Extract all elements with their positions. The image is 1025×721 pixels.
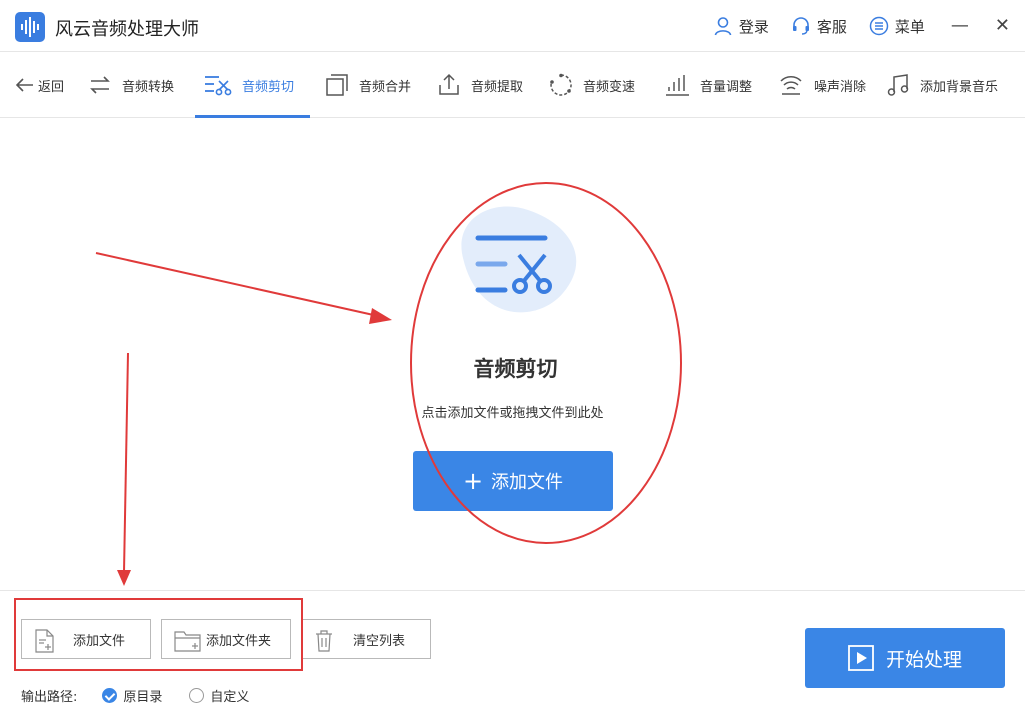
- menu-button[interactable]: 菜单: [869, 16, 925, 37]
- add-file-button[interactable]: 添加文件: [21, 619, 151, 659]
- tab-audio-speed[interactable]: 音频变速: [549, 52, 635, 118]
- service-label: 客服: [816, 17, 847, 36]
- cut-icon: [205, 76, 232, 96]
- arrow-left-icon: [16, 78, 33, 92]
- login-label: 登录: [738, 17, 769, 36]
- tab-label: 添加背景音乐: [920, 79, 999, 95]
- plus-icon: +: [462, 467, 484, 495]
- tab-audio-extract[interactable]: 音频提取: [437, 52, 523, 118]
- tab-audio-cut[interactable]: 音频剪切: [204, 52, 294, 118]
- menu-list-icon: [869, 16, 889, 36]
- add-folder-button[interactable]: 添加文件夹: [161, 619, 291, 659]
- radio-checked-icon[interactable]: [102, 687, 118, 703]
- output-path-row: 输出路径: 原目录 自定义: [21, 685, 249, 705]
- volume-icon: [666, 75, 689, 96]
- tab-label: 音频转换: [122, 79, 175, 95]
- tab-label: 噪声消除: [814, 79, 867, 95]
- start-processing-button[interactable]: 开始处理: [805, 628, 1005, 688]
- menu-label: 菜单: [894, 17, 925, 36]
- tab-volume-adjust[interactable]: 音量调整: [664, 52, 752, 118]
- tab-noise-removal[interactable]: 噪声消除: [778, 52, 866, 118]
- original-dir-label: 原目录: [123, 689, 163, 705]
- add-file-label: 添加文件: [73, 633, 126, 649]
- close-button[interactable]: ✕: [995, 17, 1010, 35]
- audio-cut-hero-icon: [461, 206, 577, 313]
- custom-label: 自定义: [210, 689, 250, 705]
- tab-audio-convert[interactable]: 音频转换: [88, 52, 174, 118]
- page-title: 音频剪切: [473, 357, 558, 381]
- output-path-label: 输出路径:: [21, 689, 78, 705]
- start-label: 开始处理: [885, 648, 962, 671]
- merge-icon: [326, 74, 348, 96]
- tab-label: 音频合并: [359, 79, 412, 95]
- add-file-main-button[interactable]: + 添加文件: [413, 451, 613, 511]
- headset-icon: [792, 17, 809, 35]
- extract-icon: [439, 73, 459, 95]
- tab-label: 音频变速: [583, 79, 636, 95]
- tool-nav-bar: 返回 音频转换 音频剪切 音频合并 音频提取 音频变速 音量调整 噪声消除 添加…: [0, 52, 1025, 118]
- trash-icon: [316, 630, 332, 652]
- login-button[interactable]: 登录: [713, 16, 769, 37]
- tab-audio-merge[interactable]: 音频合并: [325, 52, 411, 118]
- play-icon: [848, 645, 874, 671]
- radio-unchecked-icon[interactable]: [189, 687, 205, 703]
- noise-icon: [780, 76, 802, 95]
- drop-hint: 点击添加文件或拖拽文件到此处: [421, 406, 604, 421]
- convert-icon: [90, 76, 110, 94]
- output-original-dir-option[interactable]: 原目录: [102, 686, 162, 705]
- folder-add-icon: [174, 631, 201, 652]
- drop-zone[interactable]: 音频剪切 点击添加文件或拖拽文件到此处 + 添加文件: [0, 118, 1025, 590]
- add-file-main-label: 添加文件: [491, 472, 564, 493]
- music-icon: [887, 74, 909, 96]
- tab-label: 音量调整: [700, 79, 753, 95]
- user-icon: [714, 17, 732, 36]
- app-title: 风云音频处理大师: [55, 19, 199, 40]
- app-logo-icon: [15, 12, 45, 42]
- speed-icon: [550, 73, 572, 96]
- back-button[interactable]: 返回: [16, 52, 64, 118]
- clear-list-label: 清空列表: [353, 633, 406, 649]
- minimize-button[interactable]: —: [951, 17, 969, 35]
- tab-label: 音频提取: [471, 79, 524, 95]
- add-folder-label: 添加文件夹: [206, 633, 272, 649]
- title-bar: 风云音频处理大师 登录 客服 菜单 — ✕: [0, 0, 1025, 52]
- service-button[interactable]: 客服: [791, 16, 847, 37]
- bottom-toolbar: 添加文件 添加文件夹 清空列表 开始处理 输出路径: 原目录 自定义: [0, 590, 1025, 721]
- tab-label: 音频剪切: [242, 79, 295, 95]
- back-label: 返回: [38, 79, 65, 95]
- file-add-icon: [35, 629, 54, 653]
- tab-add-background-music[interactable]: 添加背景音乐: [886, 52, 998, 118]
- output-custom-option[interactable]: 自定义: [189, 686, 249, 705]
- clear-list-button[interactable]: 清空列表: [301, 619, 431, 659]
